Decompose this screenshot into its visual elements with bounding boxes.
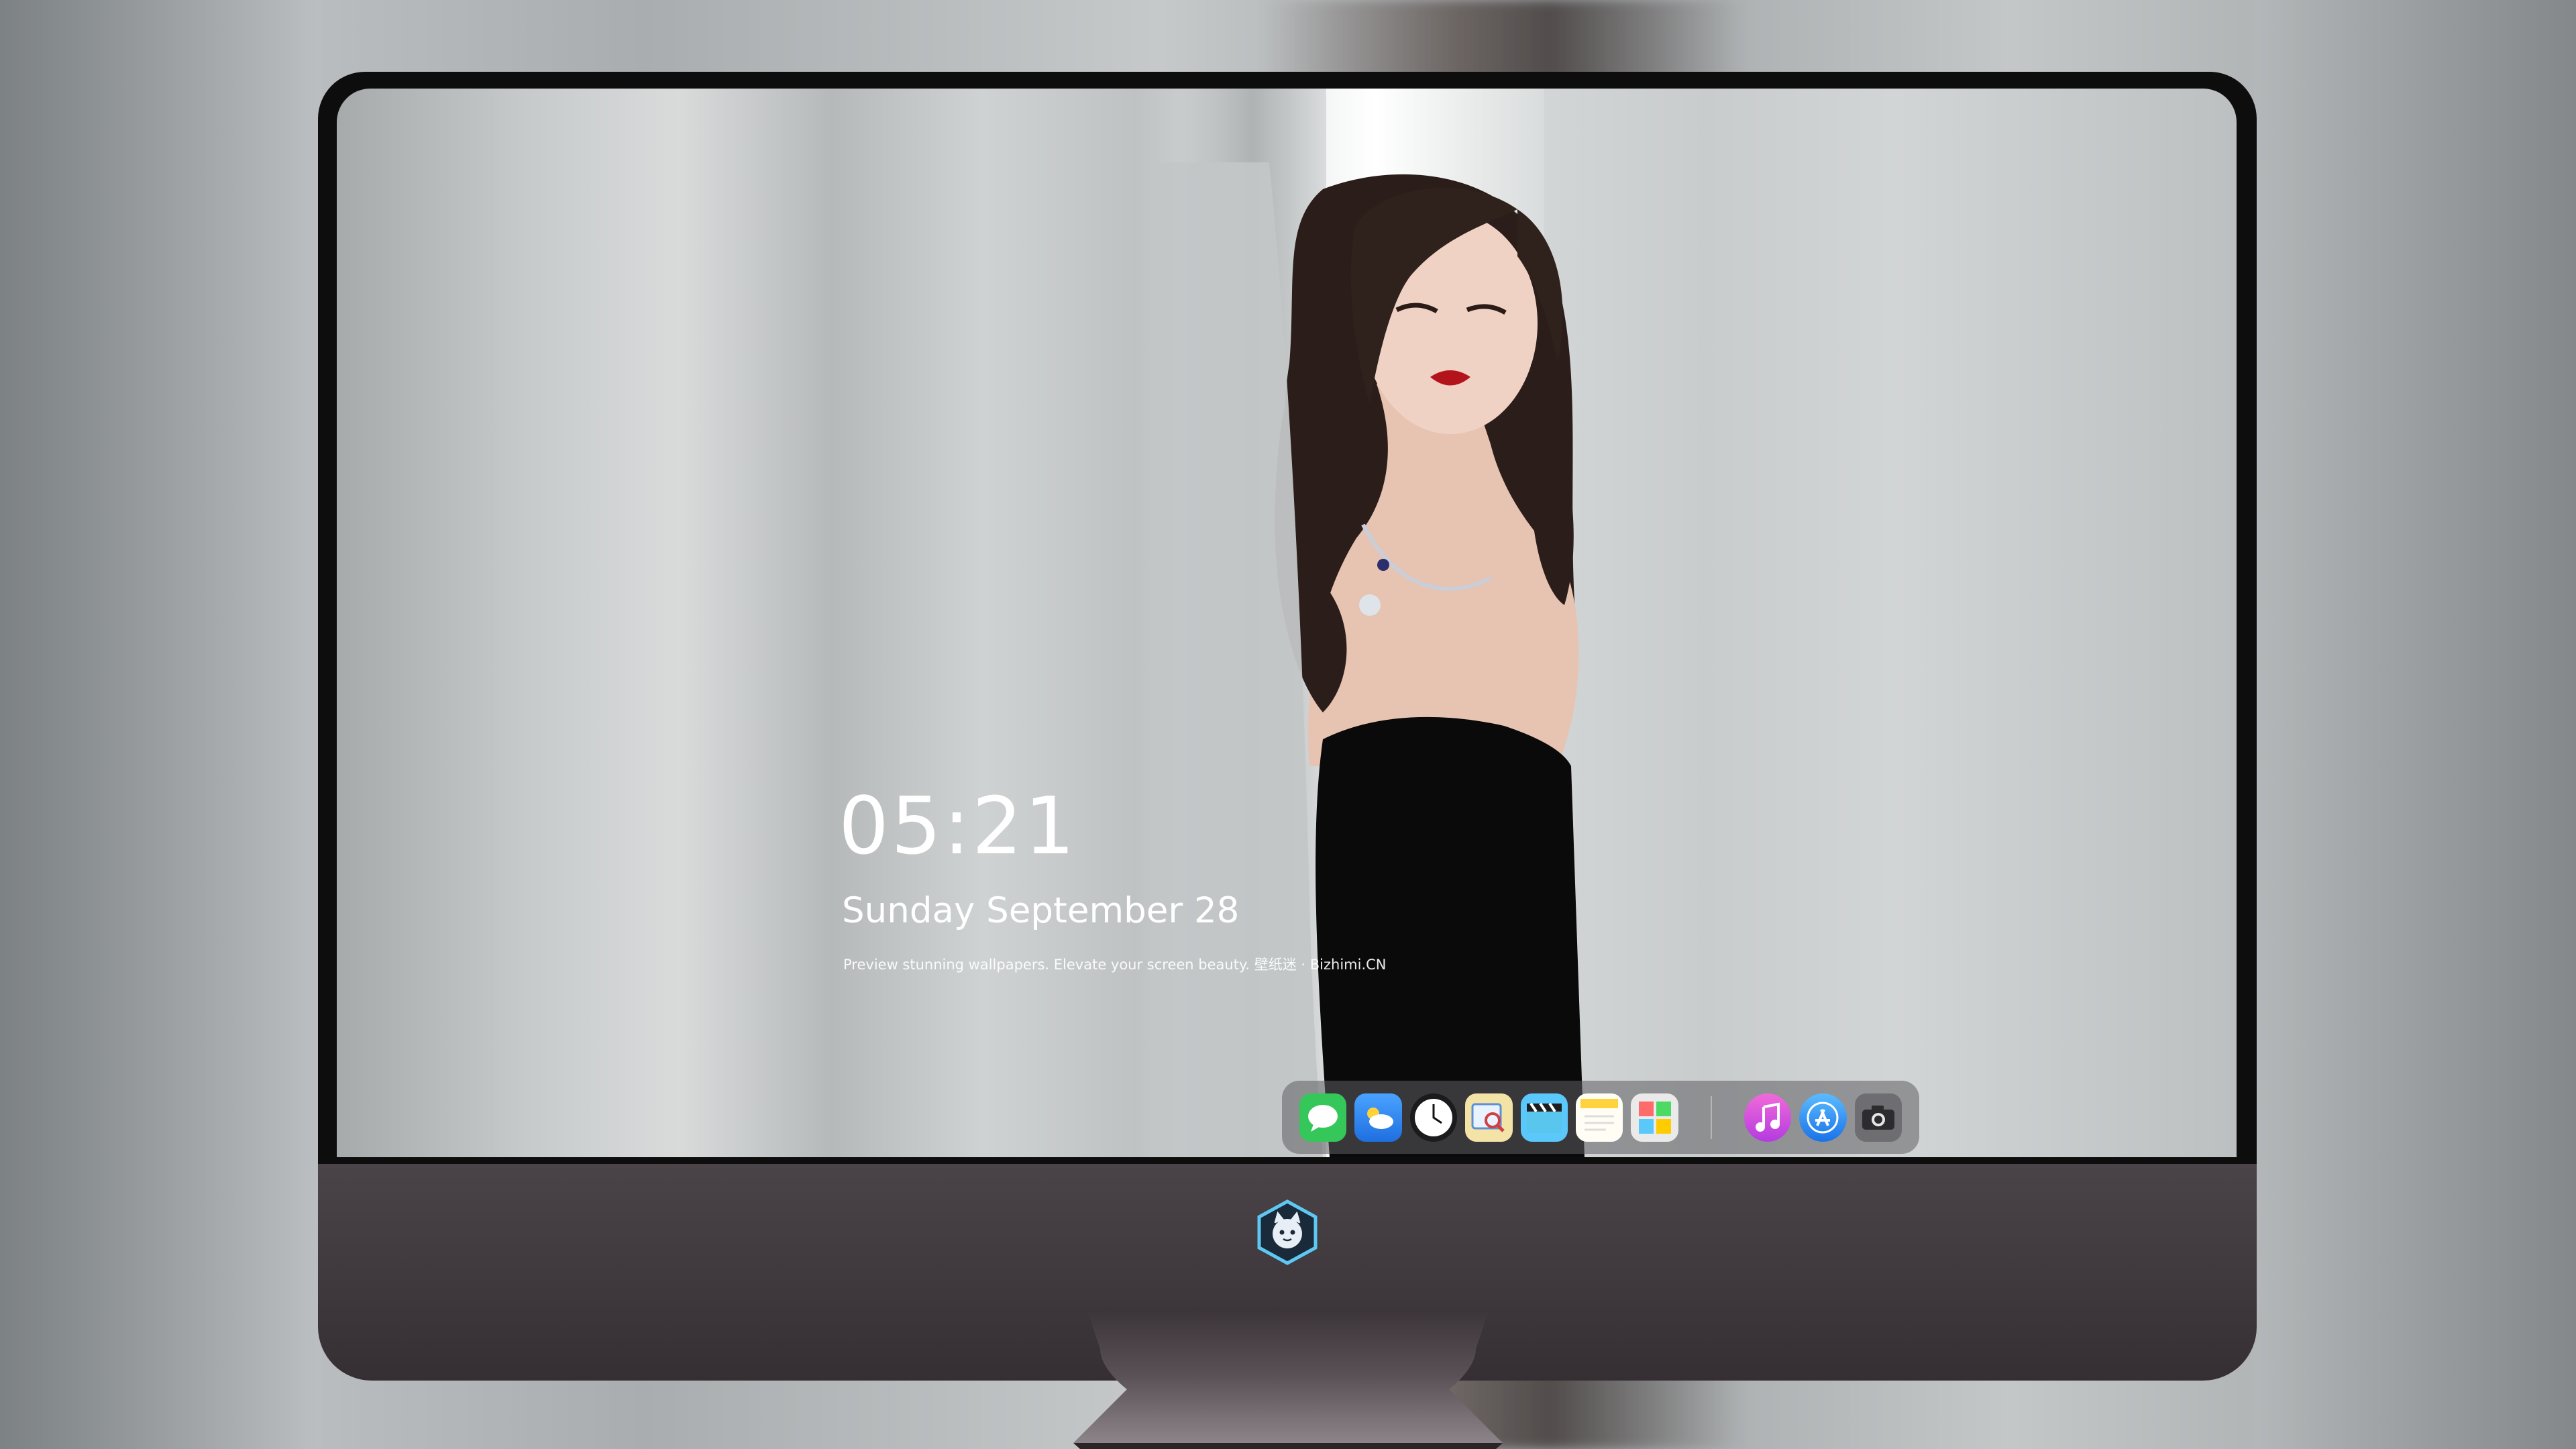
dock xyxy=(1282,1081,1919,1154)
wallpaper-portrait-figure xyxy=(1155,162,1585,1157)
messages-icon[interactable] xyxy=(1299,1093,1347,1142)
notes-icon[interactable] xyxy=(1576,1093,1623,1142)
dock-separator xyxy=(1710,1095,1712,1139)
video-clapper-icon[interactable] xyxy=(1520,1093,1568,1142)
wallpaper-caption: Preview stunning wallpapers. Elevate you… xyxy=(843,957,1387,973)
camera-icon[interactable] xyxy=(1854,1093,1902,1142)
preview-icon[interactable] xyxy=(1465,1093,1513,1142)
lock-screen[interactable]: 05:21 Sunday September 28 Preview stunni… xyxy=(337,89,2237,1157)
itunes-icon[interactable] xyxy=(1743,1093,1792,1142)
cat-mascot-logo-icon xyxy=(1257,1199,1318,1265)
imac-monitor: 05:21 Sunday September 28 Preview stunni… xyxy=(318,72,2257,1381)
background-left-shade xyxy=(0,0,322,1449)
clock-icon[interactable] xyxy=(1409,1093,1458,1142)
lock-clock: 05:21 xyxy=(839,780,1077,872)
background-right-shade xyxy=(2254,0,2576,1449)
lock-date: Sunday September 28 xyxy=(842,890,1240,931)
weather-icon[interactable] xyxy=(1354,1093,1402,1142)
app-store-icon[interactable] xyxy=(1799,1093,1847,1142)
photo-booth-icon[interactable] xyxy=(1631,1093,1678,1142)
monitor-stand xyxy=(1073,1309,1503,1449)
